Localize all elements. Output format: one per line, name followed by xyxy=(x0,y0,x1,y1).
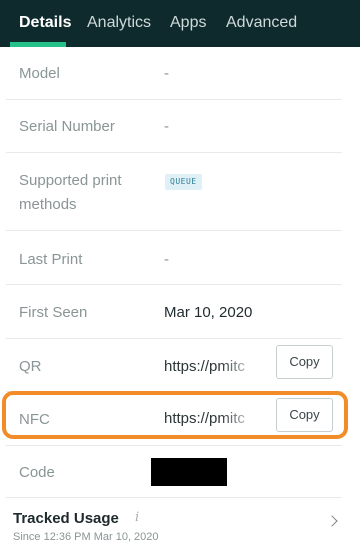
last-print-label: Last Print xyxy=(19,251,83,268)
detail-row-first-seen: First Seen Mar 10, 2020 xyxy=(6,285,342,339)
tracked-usage-title: Tracked Usage xyxy=(13,510,119,527)
model-value: - xyxy=(164,65,169,82)
print-methods-label-line1: Supported print xyxy=(19,172,122,189)
model-label: Model xyxy=(19,65,60,82)
first-seen-label: First Seen xyxy=(19,304,88,321)
detail-row-code: Code xyxy=(6,446,342,498)
tab-bar: Details Analytics Apps Advanced xyxy=(0,0,360,47)
serial-number-label: Serial Number xyxy=(19,118,115,135)
nfc-highlight-outline xyxy=(2,391,348,439)
tab-apps[interactable]: Apps xyxy=(170,13,206,33)
last-print-value: - xyxy=(164,251,169,268)
print-methods-label-line2: methods xyxy=(19,196,77,213)
detail-row-print-methods: Supported print methods QUEUE xyxy=(6,153,342,231)
serial-number-value: - xyxy=(164,118,169,135)
info-icon[interactable]: i xyxy=(135,510,139,525)
tab-details[interactable]: Details xyxy=(19,13,71,33)
qr-url: https://pmitc xyxy=(164,357,260,377)
first-seen-value: Mar 10, 2020 xyxy=(164,304,253,321)
qr-copy-button[interactable]: Copy xyxy=(276,345,333,379)
detail-row-model: Model - xyxy=(6,47,342,100)
tab-advanced[interactable]: Advanced xyxy=(226,13,297,33)
code-label: Code xyxy=(19,464,55,481)
tracked-usage-since: Since 12:36 PM Mar 10, 2020 xyxy=(13,531,159,543)
tab-analytics[interactable]: Analytics xyxy=(87,13,151,33)
detail-row-serial-number: Serial Number - xyxy=(6,100,342,153)
qr-label: QR xyxy=(19,358,42,375)
queue-badge: QUEUE xyxy=(165,174,202,190)
detail-row-qr: QR https://pmitc Copy xyxy=(6,339,342,392)
code-redacted-block xyxy=(151,458,227,486)
detail-row-last-print: Last Print - xyxy=(6,231,342,285)
